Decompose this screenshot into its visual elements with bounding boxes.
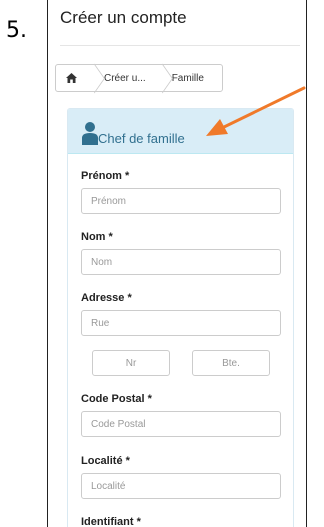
localite-label: Localité * — [81, 455, 130, 467]
code-postal-input[interactable]: Code Postal — [81, 411, 281, 437]
adresse-label: Adresse * — [81, 292, 132, 304]
prenom-input[interactable]: Prénom — [81, 188, 281, 214]
boite-input[interactable]: Bte. — [192, 350, 270, 376]
identifiant-label: Identifiant * — [81, 516, 141, 527]
nom-label: Nom * — [81, 231, 113, 243]
breadcrumb-separator — [86, 65, 96, 91]
rue-input[interactable]: Rue — [81, 310, 281, 336]
step-number: 5. — [6, 18, 27, 43]
nom-input[interactable]: Nom — [81, 249, 281, 275]
panel-heading: Chef de famille — [68, 109, 293, 154]
page-title: Créer un compte — [60, 8, 187, 27]
localite-input[interactable]: Localité — [81, 473, 281, 499]
code-postal-label: Code Postal * — [81, 393, 152, 405]
title-divider — [60, 45, 300, 46]
breadcrumb-separator — [154, 65, 164, 91]
numero-input[interactable]: Nr — [92, 350, 170, 376]
prenom-label: Prénom * — [81, 170, 130, 182]
panel-title: Chef de famille — [98, 131, 185, 146]
home-icon[interactable] — [56, 65, 86, 91]
breadcrumb: Créer u... Famille — [55, 64, 223, 92]
user-icon — [82, 121, 98, 145]
